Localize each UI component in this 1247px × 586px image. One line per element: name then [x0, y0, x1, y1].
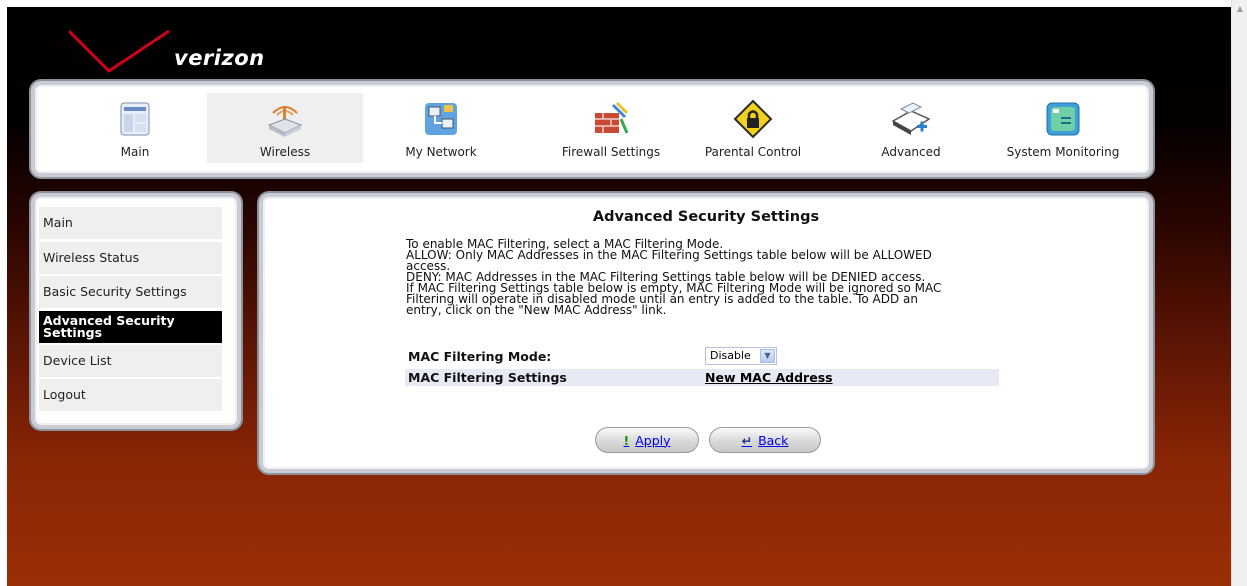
sidebar-menu: Main Wireless Status Basic Security Sett…	[31, 193, 241, 429]
sidebar-item-label: Wireless Status	[43, 250, 140, 265]
nav-main[interactable]: Main	[57, 93, 213, 163]
nav-wireless[interactable]: Wireless	[207, 93, 363, 163]
nav-label-parental-control: Parental Control	[704, 145, 802, 159]
window-top-edge	[0, 0, 1231, 7]
apply-label: Apply	[635, 432, 671, 448]
wireless-router-icon	[267, 106, 303, 137]
nav-firewall-settings[interactable]: Firewall Settings	[533, 93, 689, 163]
nav-advanced[interactable]: Advanced	[833, 93, 989, 163]
sidebar-item-advanced-security-settings[interactable]: Advanced Security Settings	[39, 311, 222, 343]
nav-label-firewall-settings: Firewall Settings	[561, 145, 661, 159]
logo-text: verizon	[174, 46, 265, 70]
apply-button[interactable]: ! Apply	[595, 427, 699, 453]
mac-filtering-mode-label: MAC Filtering Mode:	[408, 349, 552, 364]
nav-label-system-monitoring: System Monitoring	[1006, 145, 1120, 159]
main-page-icon	[120, 102, 150, 136]
system-monitoring-icon	[1046, 102, 1080, 136]
sidebar-item-label: Advanced Security Settings	[43, 313, 175, 340]
top-navigation: Main Wireless My Network Firewall Settin…	[31, 81, 1153, 177]
nav-label-advanced: Advanced	[881, 145, 941, 159]
nav-parental-control[interactable]: Parental Control	[675, 93, 831, 163]
parental-control-icon	[733, 99, 773, 139]
chevron-down-icon[interactable]: ▼	[760, 349, 775, 363]
page-background: verizon Main Wireless My Network Firewal…	[7, 7, 1231, 586]
description-line: ALLOW: Only MAC Addresses in the MAC Fil…	[406, 248, 932, 262]
new-mac-address-link[interactable]: New MAC Address	[705, 370, 833, 385]
firewall-icon	[595, 101, 629, 134]
verizon-logo: verizon	[69, 29, 289, 81]
nav-label-wireless: Wireless	[259, 145, 311, 159]
network-icon	[425, 103, 457, 135]
scroll-up-icon[interactable]: ▲	[1233, 2, 1247, 16]
logo-check-icon	[69, 29, 170, 73]
sidebar-item-label: Device List	[43, 353, 112, 368]
window-left-edge	[0, 0, 7, 586]
sidebar-item-logout[interactable]: Logout	[39, 379, 222, 411]
sidebar-item-label: Main	[43, 215, 73, 230]
description-text: To enable MAC Filtering, select a MAC Fi…	[406, 238, 1006, 317]
vertical-scrollbar[interactable]: ▲	[1231, 0, 1247, 586]
sidebar-item-label: Logout	[43, 387, 86, 402]
back-arrow-icon: ↵	[741, 432, 753, 448]
nav-my-network[interactable]: My Network	[363, 93, 519, 163]
sidebar-item-device-list[interactable]: Device List	[39, 345, 222, 377]
back-button[interactable]: ↵ Back	[709, 427, 821, 453]
apply-icon: !	[623, 432, 630, 448]
mac-filtering-mode-value: Disable	[710, 349, 751, 362]
page-title: Advanced Security Settings	[592, 209, 820, 225]
back-label: Back	[758, 432, 789, 448]
mac-filtering-settings-label: MAC Filtering Settings	[408, 370, 567, 385]
sidebar-item-main[interactable]: Main	[39, 207, 222, 239]
mac-filtering-mode-select[interactable]: Disable ▼	[705, 347, 777, 365]
main-content: Advanced Security Settings To enable MAC…	[259, 193, 1153, 473]
nav-system-monitoring[interactable]: System Monitoring	[985, 93, 1141, 163]
advanced-icon	[891, 102, 931, 135]
nav-label-my-network: My Network	[405, 145, 477, 159]
sidebar-item-label: Basic Security Settings	[43, 284, 187, 299]
nav-label-main: Main	[120, 145, 150, 159]
sidebar-item-basic-security-settings[interactable]: Basic Security Settings	[39, 276, 222, 308]
sidebar-item-wireless-status[interactable]: Wireless Status	[39, 242, 222, 274]
description-line: entry, click on the "New MAC Address" li…	[406, 303, 667, 317]
